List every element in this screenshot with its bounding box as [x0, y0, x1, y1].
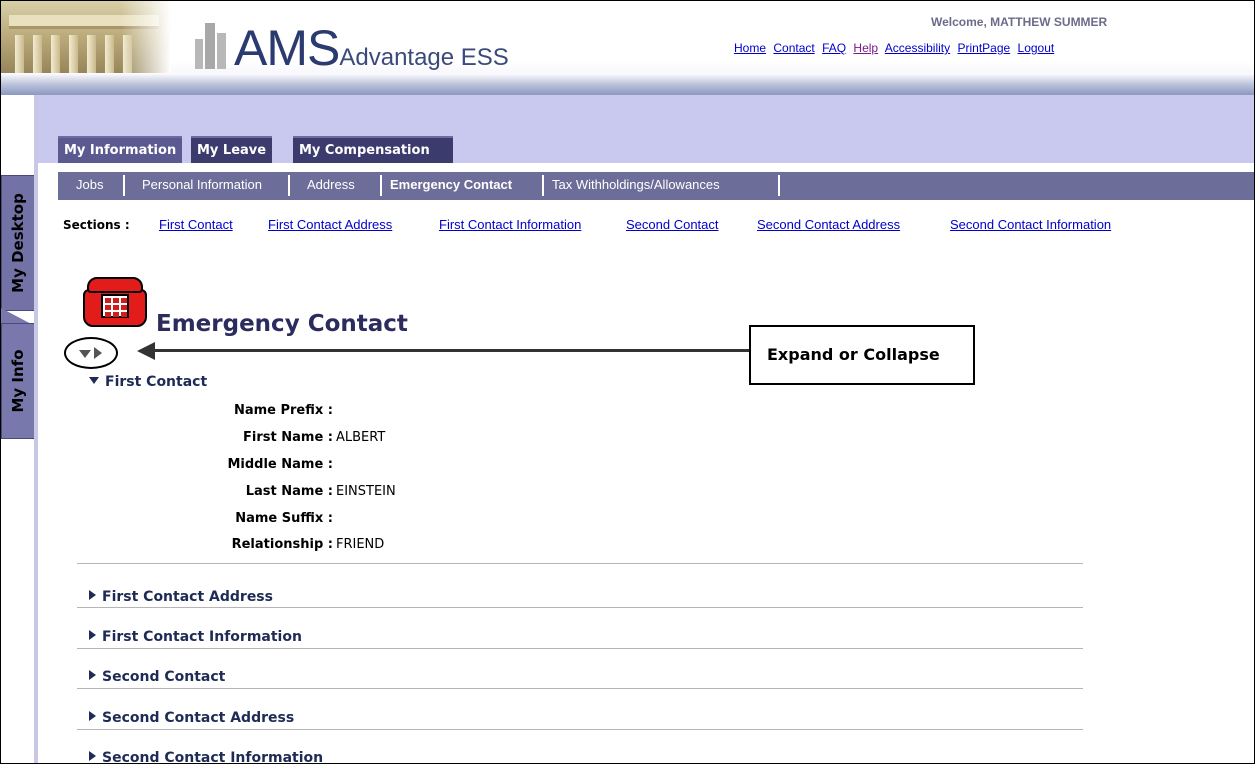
my-desktop-label: My Desktop — [9, 193, 27, 293]
sections-bar: Sections : First Contact First Contact A… — [63, 217, 1111, 232]
caret-right-icon — [89, 751, 96, 761]
field-label: First Name : — [243, 430, 333, 445]
section-title: First Contact — [105, 374, 208, 390]
section-link-second-contact[interactable]: Second Contact — [626, 217, 719, 232]
section-link-first-contact-information[interactable]: First Contact Information — [439, 217, 581, 232]
help-link[interactable]: Help — [853, 41, 878, 55]
section-divider — [77, 729, 1083, 730]
field-relationship: Relationship : FRIEND — [121, 537, 421, 553]
callout-box: Expand or Collapse — [749, 325, 975, 385]
side-tab-rail: My Desktop My Info — [1, 95, 35, 763]
field-last-name: Last Name : EINSTEIN — [121, 484, 421, 500]
logo-sub: Advantage ESS — [339, 44, 509, 71]
subnav-personal-information[interactable]: Personal Information — [142, 177, 262, 192]
caret-right-icon — [89, 711, 96, 721]
section-link-second-contact-information[interactable]: Second Contact Information — [950, 217, 1111, 232]
page-title: Emergency Contact — [156, 311, 408, 337]
collapse-all-icon[interactable] — [79, 350, 91, 358]
field-label: Relationship : — [231, 537, 333, 552]
callout-arrow-line — [153, 349, 751, 352]
caret-right-icon — [89, 630, 96, 640]
expand-collapse-toggle[interactable] — [64, 337, 118, 369]
section-link-second-contact-address[interactable]: Second Contact Address — [757, 217, 900, 232]
field-name-suffix: Name Suffix : — [121, 511, 421, 527]
tab-my-compensation[interactable]: My Compensation — [293, 136, 453, 163]
my-info-label: My Info — [9, 349, 27, 413]
subnav-separator — [288, 175, 290, 196]
section-header-first-contact[interactable]: First Contact — [89, 374, 207, 390]
my-desktop-tab[interactable]: My Desktop — [1, 175, 35, 311]
header-divider-band — [1, 73, 1254, 95]
section-divider — [77, 648, 1083, 649]
subnav-separator — [123, 175, 125, 196]
section-title: Second Contact Address — [102, 710, 295, 726]
home-link[interactable]: Home — [734, 41, 766, 55]
section-header-first-contact-information[interactable]: First Contact Information — [89, 629, 302, 645]
caret-right-icon — [89, 590, 96, 600]
field-first-name: First Name : ALBERT — [121, 430, 421, 446]
field-label: Name Prefix : — [233, 403, 333, 418]
expand-all-icon[interactable] — [94, 347, 102, 359]
subnav-separator — [542, 175, 544, 196]
building-logo-icon — [191, 23, 231, 69]
section-header-second-contact-address[interactable]: Second Contact Address — [89, 710, 294, 726]
subnav-separator — [778, 175, 780, 196]
section-divider — [77, 563, 1083, 564]
section-title: First Contact Information — [102, 629, 302, 645]
sub-nav-bar: Jobs Personal Information Address Emerge… — [58, 172, 1254, 200]
section-link-first-contact[interactable]: First Contact — [159, 217, 233, 232]
field-label: Middle Name : — [227, 457, 333, 472]
sections-label: Sections : — [63, 218, 130, 232]
section-title: First Contact Address — [102, 589, 273, 605]
section-divider — [77, 607, 1083, 608]
subnav-separator — [380, 175, 382, 196]
section-header-first-contact-address[interactable]: First Contact Address — [89, 589, 273, 605]
tab-my-leave[interactable]: My Leave — [191, 136, 273, 163]
subnav-emergency-contact[interactable]: Emergency Contact — [390, 177, 512, 192]
tab-my-information[interactable]: My Information — [58, 136, 183, 163]
section-title: Second Contact Information — [102, 750, 324, 764]
app-logo: AMSAdvantage ESS — [234, 19, 509, 77]
field-value: FRIEND — [336, 537, 385, 552]
header: AMSAdvantage ESS Welcome, MATTHEW SUMMER… — [1, 1, 1254, 95]
accessibility-link[interactable]: Accessibility — [885, 41, 950, 55]
app-window: AMSAdvantage ESS Welcome, MATTHEW SUMMER… — [0, 0, 1255, 764]
top-links: Home Contact FAQ Help Accessibility Prin… — [734, 41, 1058, 55]
section-divider — [77, 688, 1083, 689]
field-label: Last Name : — [245, 484, 333, 499]
logout-link[interactable]: Logout — [1018, 41, 1055, 55]
welcome-message: Welcome, MATTHEW SUMMER — [931, 15, 1108, 29]
logo-main: AMS — [234, 20, 340, 76]
caret-down-icon — [89, 377, 99, 384]
section-header-second-contact-information[interactable]: Second Contact Information — [89, 750, 324, 764]
field-value: EINSTEIN — [336, 484, 396, 499]
section-title: Second Contact — [102, 669, 226, 685]
my-info-tab[interactable]: My Info — [1, 323, 35, 439]
caret-right-icon — [89, 670, 96, 680]
contact-link[interactable]: Contact — [773, 41, 814, 55]
field-name-prefix: Name Prefix : — [121, 403, 421, 419]
telephone-icon — [83, 277, 147, 327]
section-link-first-contact-address[interactable]: First Contact Address — [268, 217, 392, 232]
subnav-tax-withholdings[interactable]: Tax Withholdings/Allowances — [552, 177, 720, 192]
subnav-jobs[interactable]: Jobs — [76, 177, 103, 192]
field-label: Name Suffix : — [235, 511, 333, 526]
subnav-address[interactable]: Address — [307, 177, 355, 192]
section-header-second-contact[interactable]: Second Contact — [89, 669, 225, 685]
field-value: ALBERT — [336, 430, 386, 445]
field-middle-name: Middle Name : — [121, 457, 421, 473]
printpage-link[interactable]: PrintPage — [957, 41, 1010, 55]
faq-link[interactable]: FAQ — [822, 41, 846, 55]
